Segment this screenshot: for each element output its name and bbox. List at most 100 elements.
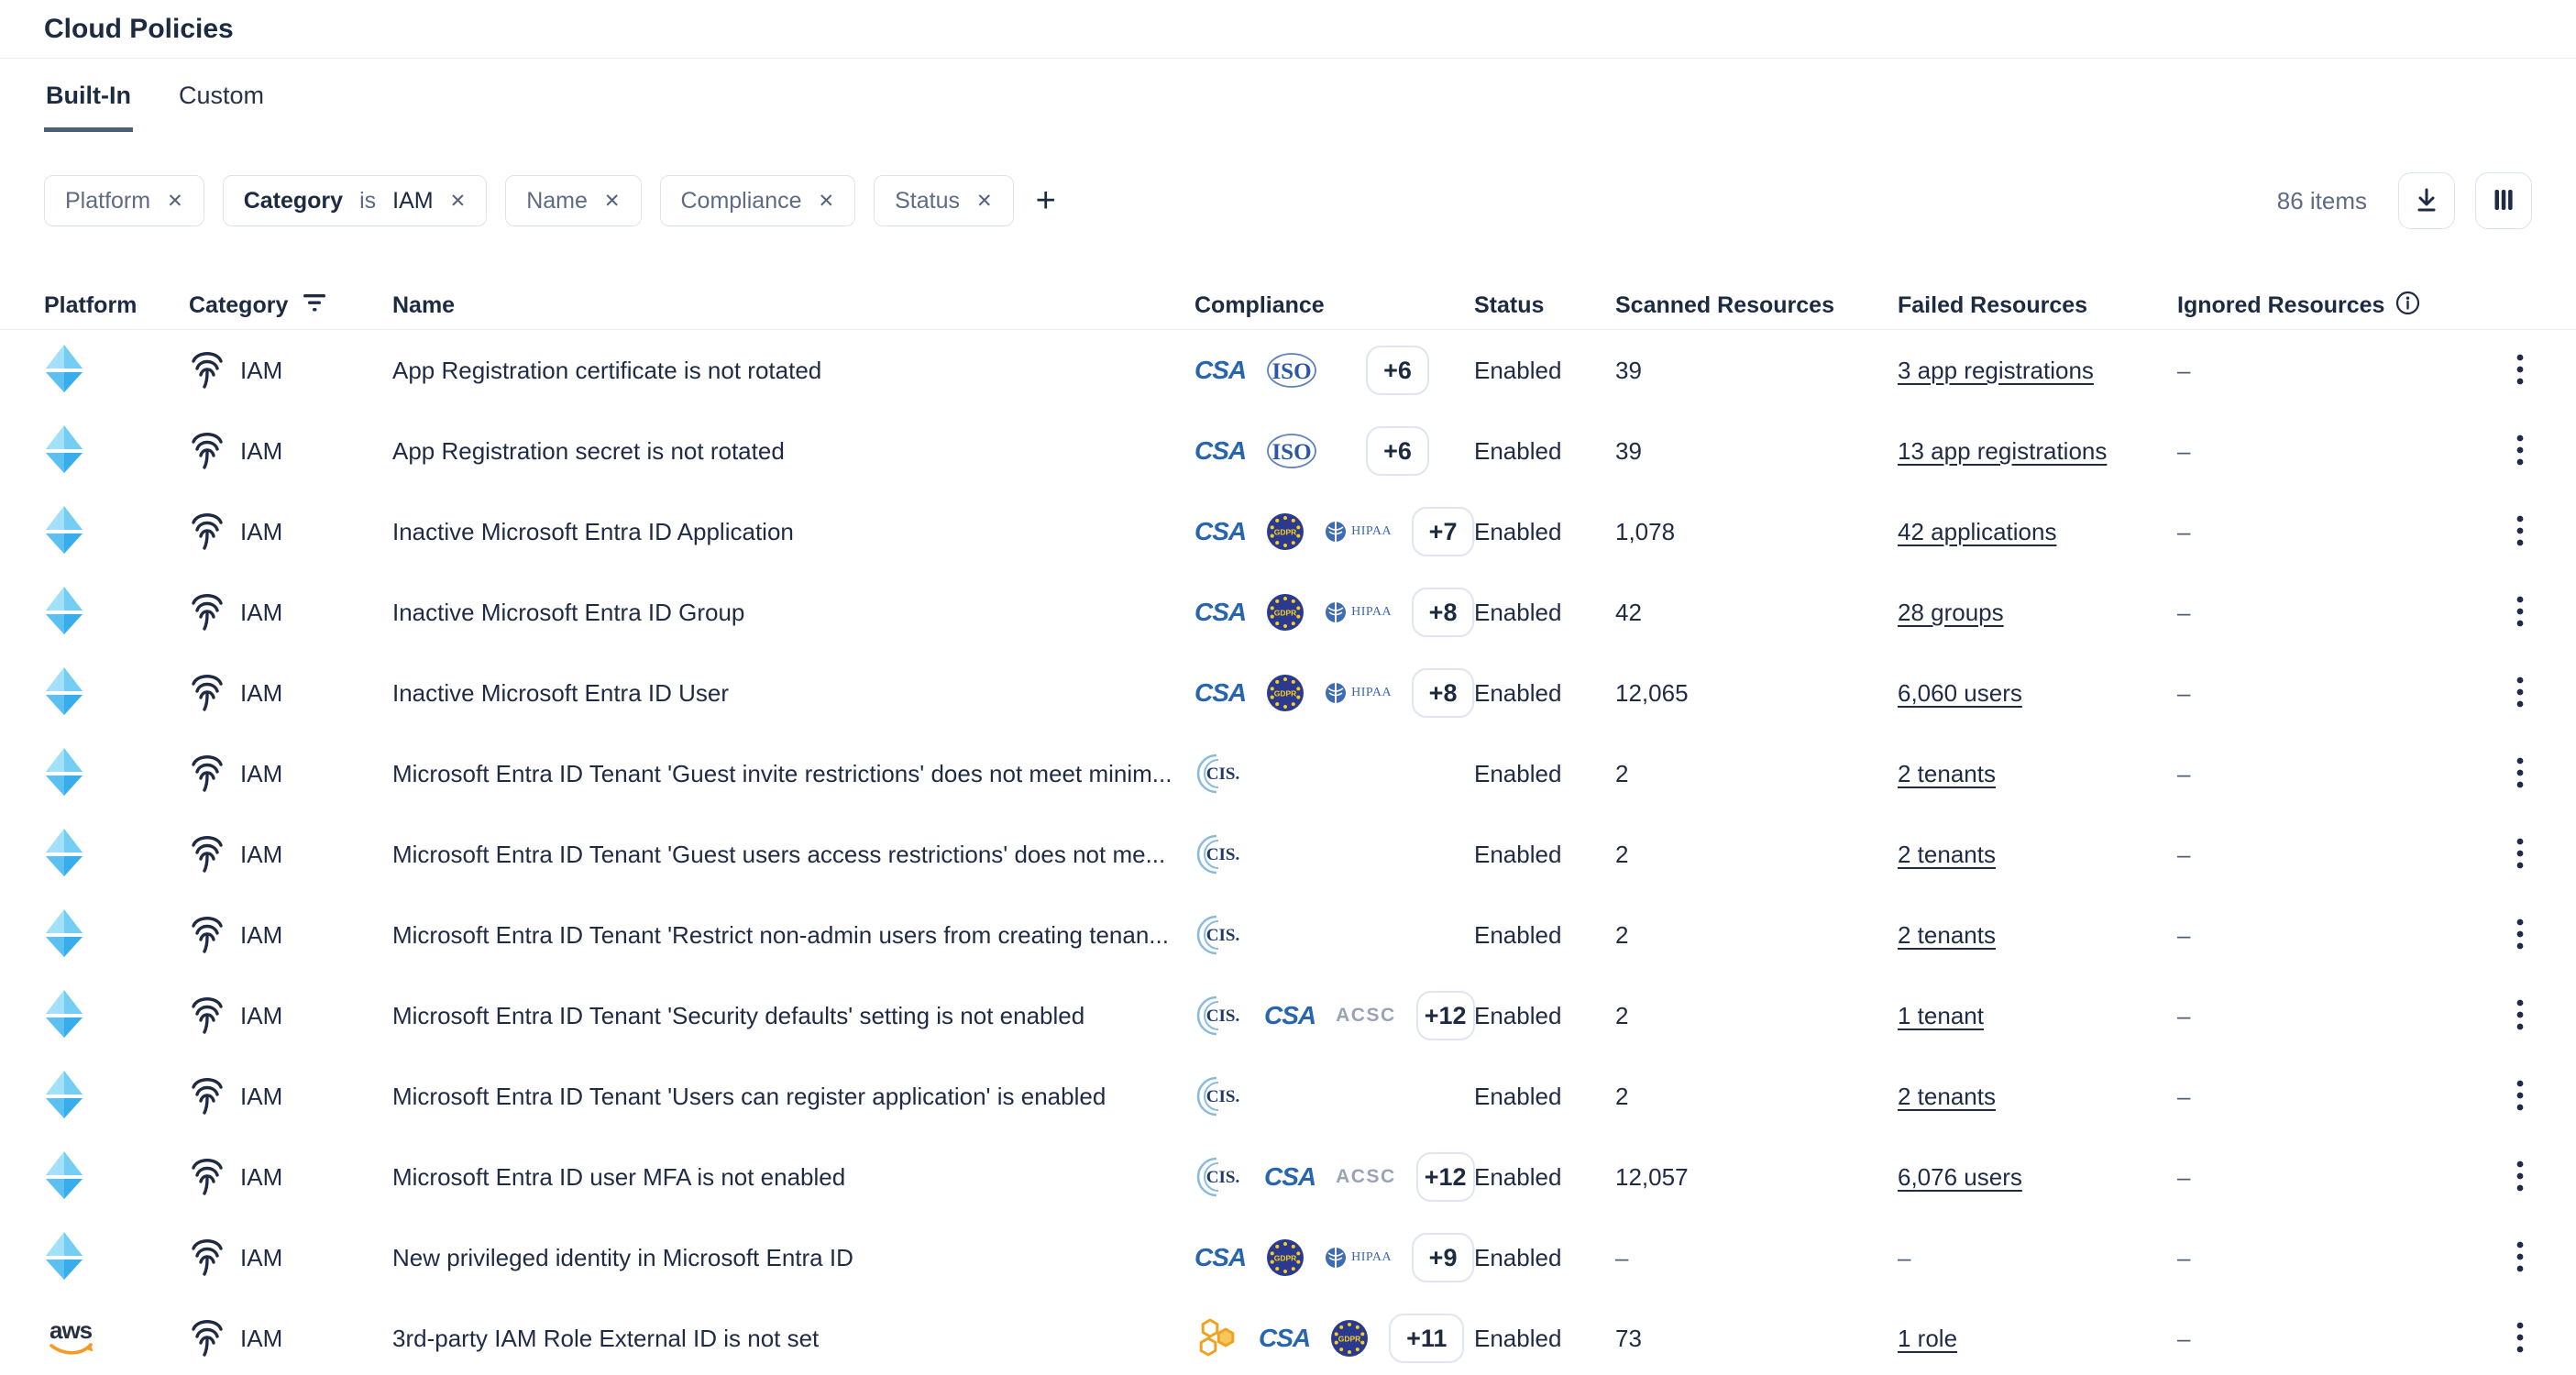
table-row[interactable]: IAMMicrosoft Entra ID Tenant 'Guest user…: [0, 814, 2576, 895]
column-header-ignored-resources[interactable]: Ignored Resources: [2177, 291, 2480, 322]
columns-button[interactable]: [2475, 172, 2532, 229]
csa-logo: CSA: [1194, 678, 1246, 708]
compliance-more-badge[interactable]: +6: [1366, 346, 1429, 395]
row-actions-button[interactable]: [2508, 1155, 2532, 1200]
failed-resources-link[interactable]: 6,076 users: [1898, 1163, 2022, 1192]
table-row[interactable]: IAMInactive Microsoft Entra ID UserCSA G…: [0, 653, 2576, 733]
row-actions-button[interactable]: [2508, 671, 2532, 716]
row-actions-button[interactable]: [2508, 752, 2532, 797]
table-row[interactable]: IAMNew privileged identity in Microsoft …: [0, 1217, 2576, 1298]
table-row[interactable]: IAMMicrosoft Entra ID user MFA is not en…: [0, 1137, 2576, 1217]
table-row[interactable]: IAMMicrosoft Entra ID Tenant 'Security d…: [0, 975, 2576, 1056]
remove-filter-icon[interactable]: ✕: [976, 192, 993, 211]
kebab-icon: [2515, 997, 2525, 1035]
compliance-more-badge[interactable]: +7: [1412, 507, 1474, 556]
row-actions-button[interactable]: [2508, 1074, 2532, 1119]
column-header-name[interactable]: Name: [392, 292, 1194, 319]
table-row[interactable]: IAMMicrosoft Entra ID Tenant 'Guest invi…: [0, 733, 2576, 814]
failed-resources-link[interactable]: 28 groups: [1898, 599, 2004, 627]
csa-logo: CSA: [1194, 598, 1246, 627]
row-actions-button[interactable]: [2508, 510, 2532, 555]
table-row[interactable]: IAMMicrosoft Entra ID Tenant 'Users can …: [0, 1056, 2576, 1137]
row-actions-button[interactable]: [2508, 1316, 2532, 1361]
iam-category-icon: [189, 751, 226, 798]
filter-chip-category[interactable]: Category is IAM ✕: [223, 175, 488, 226]
filter-chip-status[interactable]: Status ✕: [874, 175, 1013, 226]
column-header-category[interactable]: Category: [189, 292, 392, 319]
iso-logo: ISO: [1266, 351, 1317, 390]
azure-icon: [44, 345, 84, 397]
info-icon[interactable]: [2395, 291, 2420, 322]
failed-resources-link[interactable]: 2 tenants: [1898, 760, 1996, 788]
failed-resources-link[interactable]: 2 tenants: [1898, 921, 1996, 950]
kebab-icon: [2515, 594, 2525, 632]
row-actions-button[interactable]: [2508, 429, 2532, 474]
column-header-status[interactable]: Status: [1474, 292, 1615, 319]
hipaa-logo: HIPAA: [1325, 599, 1392, 626]
compliance-more-badge[interactable]: +8: [1412, 588, 1474, 637]
row-actions-button[interactable]: [2508, 994, 2532, 1039]
svg-text:GDPR: GDPR: [1274, 1254, 1297, 1263]
filter-bar: Platform ✕ Category is IAM ✕ Name ✕ Comp…: [0, 172, 2576, 229]
filter-icon[interactable]: [303, 292, 326, 319]
remove-filter-icon[interactable]: ✕: [604, 192, 621, 211]
compliance-more-badge[interactable]: +12: [1416, 991, 1475, 1040]
filter-chip-name[interactable]: Name ✕: [505, 175, 641, 226]
tab-built-in[interactable]: Built-In: [44, 59, 133, 132]
iso-logo: ISO: [1266, 432, 1317, 470]
policy-name: Microsoft Entra ID user MFA is not enabl…: [392, 1163, 845, 1192]
ignored-value: –: [2177, 1325, 2190, 1353]
compliance-more-badge[interactable]: +12: [1416, 1152, 1475, 1202]
title-bar: Cloud Policies: [0, 0, 2576, 59]
svg-text:CIS.: CIS.: [1206, 1006, 1239, 1026]
remove-filter-icon[interactable]: ✕: [450, 192, 467, 211]
remove-filter-icon[interactable]: ✕: [167, 192, 183, 211]
table-row[interactable]: IAMApp Registration certificate is not r…: [0, 330, 2576, 411]
remove-filter-icon[interactable]: ✕: [819, 192, 835, 211]
policy-name: Microsoft Entra ID Tenant 'Restrict non-…: [392, 921, 1169, 950]
filter-chip-compliance[interactable]: Compliance ✕: [660, 175, 856, 226]
failed-resources-link[interactable]: 13 app registrations: [1898, 437, 2107, 466]
compliance-more-badge[interactable]: +8: [1412, 668, 1474, 718]
policy-name: Inactive Microsoft Entra ID Group: [392, 599, 744, 627]
download-button[interactable]: [2398, 172, 2455, 229]
table-row[interactable]: IAMApp Registration secret is not rotate…: [0, 411, 2576, 491]
failed-resources-link[interactable]: 6,060 users: [1898, 679, 2022, 708]
scanned-count: 2: [1615, 1002, 1628, 1030]
compliance-more-badge[interactable]: +11: [1389, 1314, 1464, 1363]
category-label: IAM: [240, 1002, 282, 1030]
cis-logo: CIS.: [1194, 1156, 1244, 1198]
csa-logo: CSA: [1194, 436, 1246, 466]
failed-resources-link[interactable]: 2 tenants: [1898, 841, 1996, 869]
cis-logo: CIS.: [1194, 914, 1244, 956]
failed-resources-link[interactable]: 1 role: [1898, 1325, 1957, 1353]
filter-chip-platform[interactable]: Platform ✕: [44, 175, 204, 226]
table-row[interactable]: IAMMicrosoft Entra ID Tenant 'Restrict n…: [0, 895, 2576, 975]
azure-icon: [44, 425, 84, 478]
add-filter-button[interactable]: +: [1036, 183, 1056, 218]
iam-category-icon: [189, 428, 226, 475]
row-actions-button[interactable]: [2508, 590, 2532, 635]
table-row[interactable]: IAMInactive Microsoft Entra ID GroupCSA …: [0, 572, 2576, 653]
table-row[interactable]: aws IAM3rd-party IAM Role External ID is…: [0, 1298, 2576, 1375]
column-header-failed-resources[interactable]: Failed Resources: [1898, 292, 2177, 319]
failed-resources-link[interactable]: 42 applications: [1898, 518, 2056, 546]
compliance-more-badge[interactable]: +9: [1412, 1233, 1474, 1282]
failed-resources-link[interactable]: 1 tenant: [1898, 1002, 1984, 1030]
column-header-compliance[interactable]: Compliance: [1194, 292, 1474, 319]
column-header-platform[interactable]: Platform: [44, 292, 189, 319]
row-actions-button[interactable]: [2508, 913, 2532, 958]
failed-resources-link[interactable]: 3 app registrations: [1898, 357, 2094, 385]
column-header-scanned-resources[interactable]: Scanned Resources: [1615, 292, 1898, 319]
row-actions-button[interactable]: [2508, 348, 2532, 393]
row-actions-button[interactable]: [2508, 832, 2532, 877]
scanned-count: 2: [1615, 841, 1628, 869]
kebab-icon: [2515, 1239, 2525, 1277]
row-actions-button[interactable]: [2508, 1236, 2532, 1281]
category-label: IAM: [240, 437, 282, 466]
table-row[interactable]: IAMInactive Microsoft Entra ID Applicati…: [0, 491, 2576, 572]
status-label: Enabled: [1474, 357, 1561, 385]
failed-resources-link[interactable]: 2 tenants: [1898, 1083, 1996, 1111]
compliance-more-badge[interactable]: +6: [1366, 426, 1429, 476]
tab-custom[interactable]: Custom: [177, 59, 266, 132]
